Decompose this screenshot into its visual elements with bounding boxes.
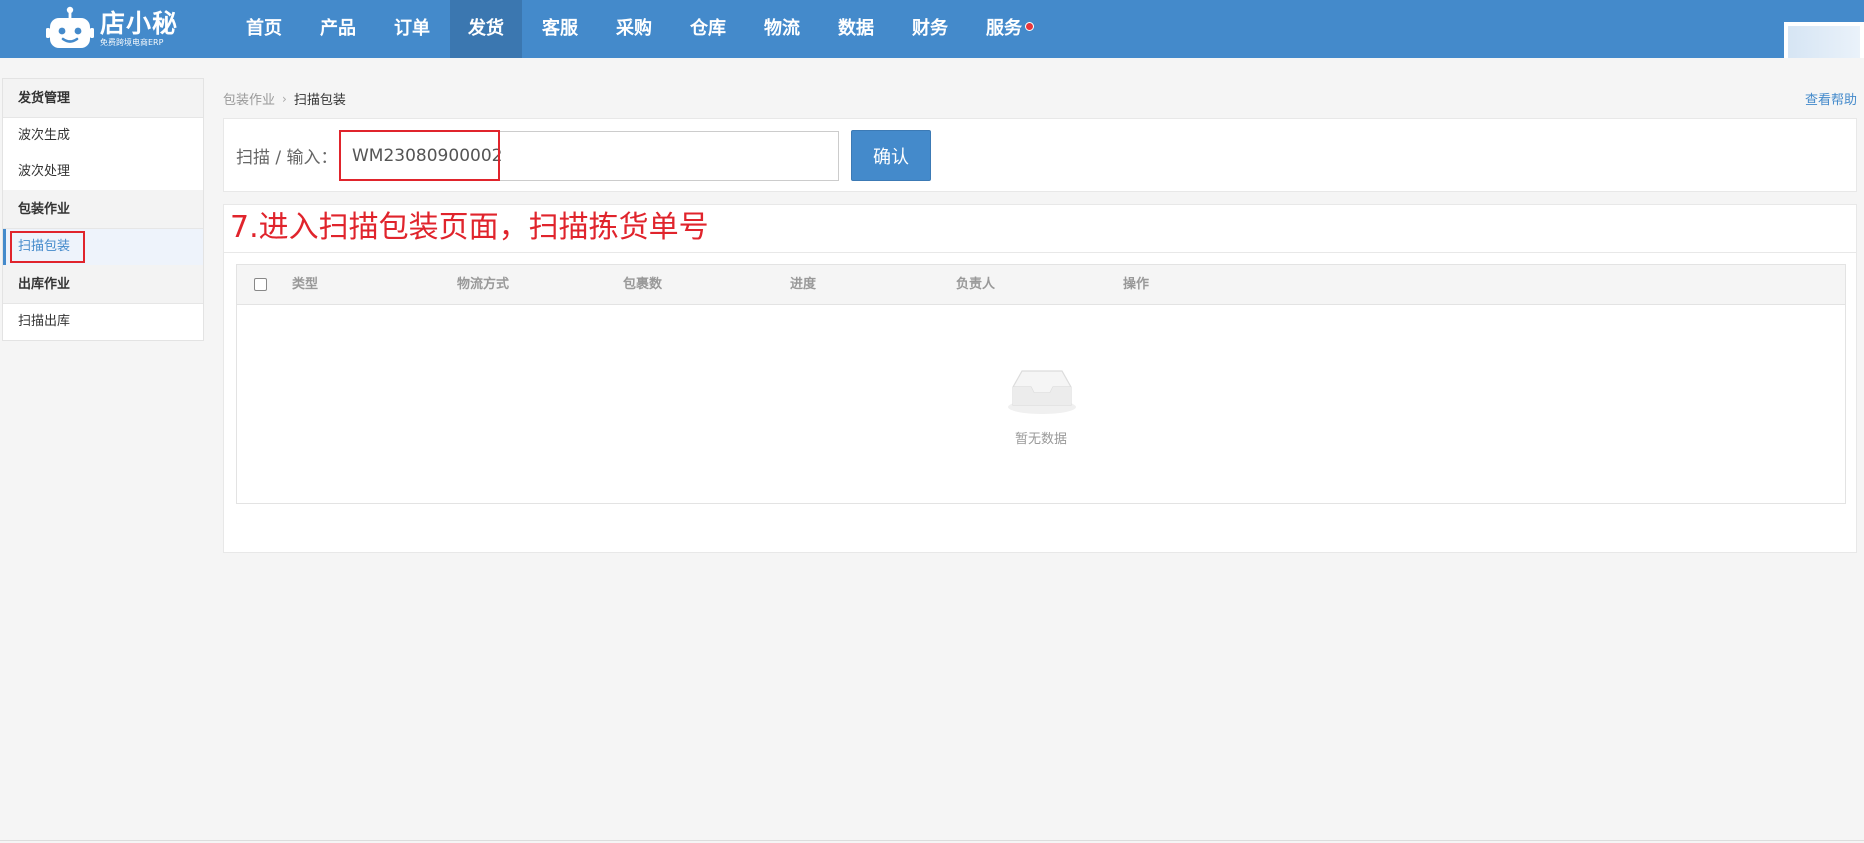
column-header-assignee: 负责人 — [956, 277, 996, 292]
confirm-button[interactable]: 确认 — [851, 130, 931, 181]
brand-tagline: 免费跨境电商ERP — [100, 38, 164, 47]
divider — [0, 840, 1864, 841]
tutorial-annotation: 7.进入扫描包装页面，扫描拣货单号 — [230, 210, 709, 245]
nav-item-finance[interactable]: 财务 — [894, 0, 966, 58]
column-header-shipping-method: 物流方式 — [457, 277, 510, 292]
user-account-area[interactable] — [1784, 22, 1864, 58]
notification-dot — [1025, 22, 1034, 31]
packing-table: 类型 物流方式 包裹数 进度 负责人 操作 暂无数据 — [236, 264, 1846, 504]
column-header-progress: 进度 — [790, 277, 817, 292]
sidebar-group-packing: 包装作业 — [3, 190, 203, 229]
scan-input-label: 扫描 / 输入： — [236, 148, 338, 168]
top-navigation-bar: 店小秘 免费跨境电商ERP 首页 产品 订单 发货 客服 采购 仓库 物流 数据… — [0, 0, 1864, 58]
breadcrumb-current: 扫描包装 — [293, 93, 346, 108]
column-header-package-count: 包裹数 — [623, 277, 663, 292]
robot-icon — [46, 6, 94, 52]
empty-state: 暂无数据 — [237, 305, 1845, 503]
sidebar-item-wave-process[interactable]: 波次处理 — [3, 154, 203, 190]
sidebar: 发货管理 波次生成 波次处理 包装作业 扫描包装 出库作业 扫描出库 — [2, 78, 204, 341]
nav-item-warehouse[interactable]: 仓库 — [672, 0, 744, 58]
divider — [224, 252, 1856, 253]
main-nav: 首页 产品 订单 发货 客服 采购 仓库 物流 数据 财务 服务 — [228, 0, 1042, 58]
empty-state-text: 暂无数据 — [1014, 432, 1067, 447]
nav-item-purchasing[interactable]: 采购 — [598, 0, 670, 58]
sidebar-item-wave-generate[interactable]: 波次生成 — [3, 118, 203, 154]
column-header-type: 类型 — [292, 277, 319, 292]
nav-item-services[interactable]: 服务 — [968, 0, 1040, 58]
brand-name: 店小秘 — [100, 9, 179, 38]
empty-inbox-icon — [1007, 365, 1077, 415]
sidebar-group-outbound: 出库作业 — [3, 265, 203, 304]
nav-item-logistics[interactable]: 物流 — [746, 0, 818, 58]
nav-item-shipping[interactable]: 发货 — [450, 0, 522, 58]
nav-item-products[interactable]: 产品 — [302, 0, 374, 58]
sidebar-item-scan-packing[interactable]: 扫描包装 — [3, 229, 203, 265]
content-panel: 7.进入扫描包装页面，扫描拣货单号 类型 物流方式 包裹数 进度 负责人 操作 … — [223, 204, 1857, 553]
highlight-box — [10, 231, 85, 263]
breadcrumb-parent[interactable]: 包装作业 — [223, 89, 275, 108]
user-avatar-placeholder — [1788, 26, 1860, 58]
help-link[interactable]: 查看帮助 — [1805, 89, 1857, 108]
breadcrumb: 包装作业 › 扫描包装 — [223, 89, 346, 109]
chevron-right-icon: › — [282, 91, 287, 106]
column-header-actions: 操作 — [1123, 277, 1150, 292]
nav-item-home[interactable]: 首页 — [228, 0, 300, 58]
select-all-checkbox[interactable] — [254, 278, 267, 291]
nav-item-services-label: 服务 — [986, 18, 1022, 39]
sidebar-group-shipping-management: 发货管理 — [3, 79, 203, 118]
nav-item-customer-service[interactable]: 客服 — [524, 0, 596, 58]
sidebar-item-scan-outbound[interactable]: 扫描出库 — [3, 304, 203, 340]
scan-input[interactable] — [339, 131, 839, 181]
brand-logo[interactable]: 店小秘 免费跨境电商ERP — [46, 5, 178, 53]
nav-item-orders[interactable]: 订单 — [376, 0, 448, 58]
scan-panel: 扫描 / 输入： 确认 — [223, 118, 1857, 192]
table-header: 类型 物流方式 包裹数 进度 负责人 操作 — [237, 265, 1845, 305]
nav-item-data[interactable]: 数据 — [820, 0, 892, 58]
